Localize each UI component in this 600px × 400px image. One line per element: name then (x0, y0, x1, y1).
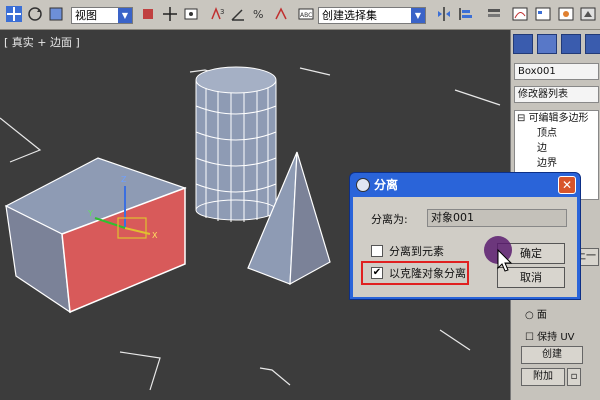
svg-text:3: 3 (220, 8, 224, 16)
rotate-icon[interactable] (27, 6, 43, 22)
preserve-uv-checkbox[interactable]: ☐ 保持 UV (525, 328, 575, 343)
object-name-field[interactable]: Box001 (514, 63, 599, 80)
named-selection-icon[interactable]: ABC (298, 6, 314, 22)
attach-button[interactable]: 附加 (521, 368, 565, 386)
scale-icon[interactable] (48, 6, 64, 22)
dialog-title: 分离 (374, 178, 399, 192)
dropdown-value: 视图 (75, 9, 97, 22)
close-icon[interactable]: ✕ (558, 176, 576, 194)
svg-text:ABC: ABC (300, 12, 312, 19)
detach-dialog: 分离 ✕ 分离为: 对象001 分离到元素 ✔ 以克隆对象分离 确定 取消 (349, 172, 581, 300)
pivot-icon[interactable] (140, 6, 156, 22)
svg-text:Y: Y (87, 209, 93, 218)
angle-snap-icon[interactable] (230, 6, 246, 22)
svg-text:Z: Z (121, 175, 127, 184)
chevron-down-icon: ▼ (118, 8, 132, 23)
material-editor-icon[interactable] (558, 6, 574, 22)
named-selection-dropdown[interactable]: 创建选择集 ▼ (318, 7, 426, 24)
mirror-icon[interactable] (436, 6, 452, 22)
detach-as-clone-checkbox[interactable]: ✔ (371, 267, 383, 279)
render-setup-icon[interactable] (580, 6, 596, 22)
snap-icon[interactable] (183, 6, 199, 22)
crosshair-icon[interactable] (162, 6, 178, 22)
move-icon[interactable] (6, 6, 22, 22)
stack-item[interactable]: 顶点 (515, 126, 598, 141)
panel-tabs (513, 34, 600, 56)
stack-item[interactable]: ⊟ 可编辑多边形 (515, 111, 598, 126)
modify-tab-icon[interactable] (537, 34, 557, 54)
box-object[interactable] (4, 157, 187, 314)
modifier-list-dropdown[interactable]: 修改器列表 (514, 86, 599, 103)
hierarchy-icon[interactable] (561, 34, 581, 54)
detach-as-clone-label: 以克隆对象分离 (389, 267, 466, 280)
detach-to-element-checkbox[interactable] (371, 245, 383, 257)
snap-3d-icon[interactable]: 3 (210, 6, 226, 22)
cylinder-object[interactable] (195, 66, 277, 222)
detach-as-label: 分离为: (371, 213, 408, 226)
chevron-down-icon: ▼ (411, 8, 425, 23)
reference-coord-dropdown[interactable]: 视图 ▼ (71, 7, 133, 24)
detach-to-element-label: 分离到元素 (389, 245, 444, 258)
curve-editor-icon[interactable] (512, 6, 528, 22)
main-toolbar: 视图 ▼ 3 % ABC 创建选择集 ▼ (0, 0, 600, 30)
dialog-body: 分离为: 对象001 分离到元素 ✔ 以克隆对象分离 确定 取消 (353, 197, 577, 297)
create-button[interactable]: 创建 (521, 346, 583, 364)
schematic-icon[interactable] (535, 6, 551, 22)
layer-icon[interactable] (486, 6, 502, 22)
stack-item[interactable]: 边 (515, 141, 598, 156)
attach-settings-button[interactable]: ▫ (567, 368, 581, 386)
percent-snap-icon[interactable]: % (252, 6, 268, 22)
svg-text:%: % (253, 8, 263, 21)
sun-icon[interactable] (513, 34, 533, 54)
stack-item[interactable]: 边界 (515, 156, 598, 171)
object-name-input[interactable]: 对象001 (427, 209, 567, 227)
svg-text:X: X (152, 231, 158, 240)
dropdown-value: 创建选择集 (322, 9, 377, 22)
align-icon[interactable] (458, 6, 474, 22)
motion-icon[interactable] (585, 34, 600, 54)
spinner-snap-icon[interactable] (273, 6, 289, 22)
face-radio[interactable]: ○ 面 (525, 306, 547, 321)
mouse-cursor-icon (484, 236, 513, 272)
